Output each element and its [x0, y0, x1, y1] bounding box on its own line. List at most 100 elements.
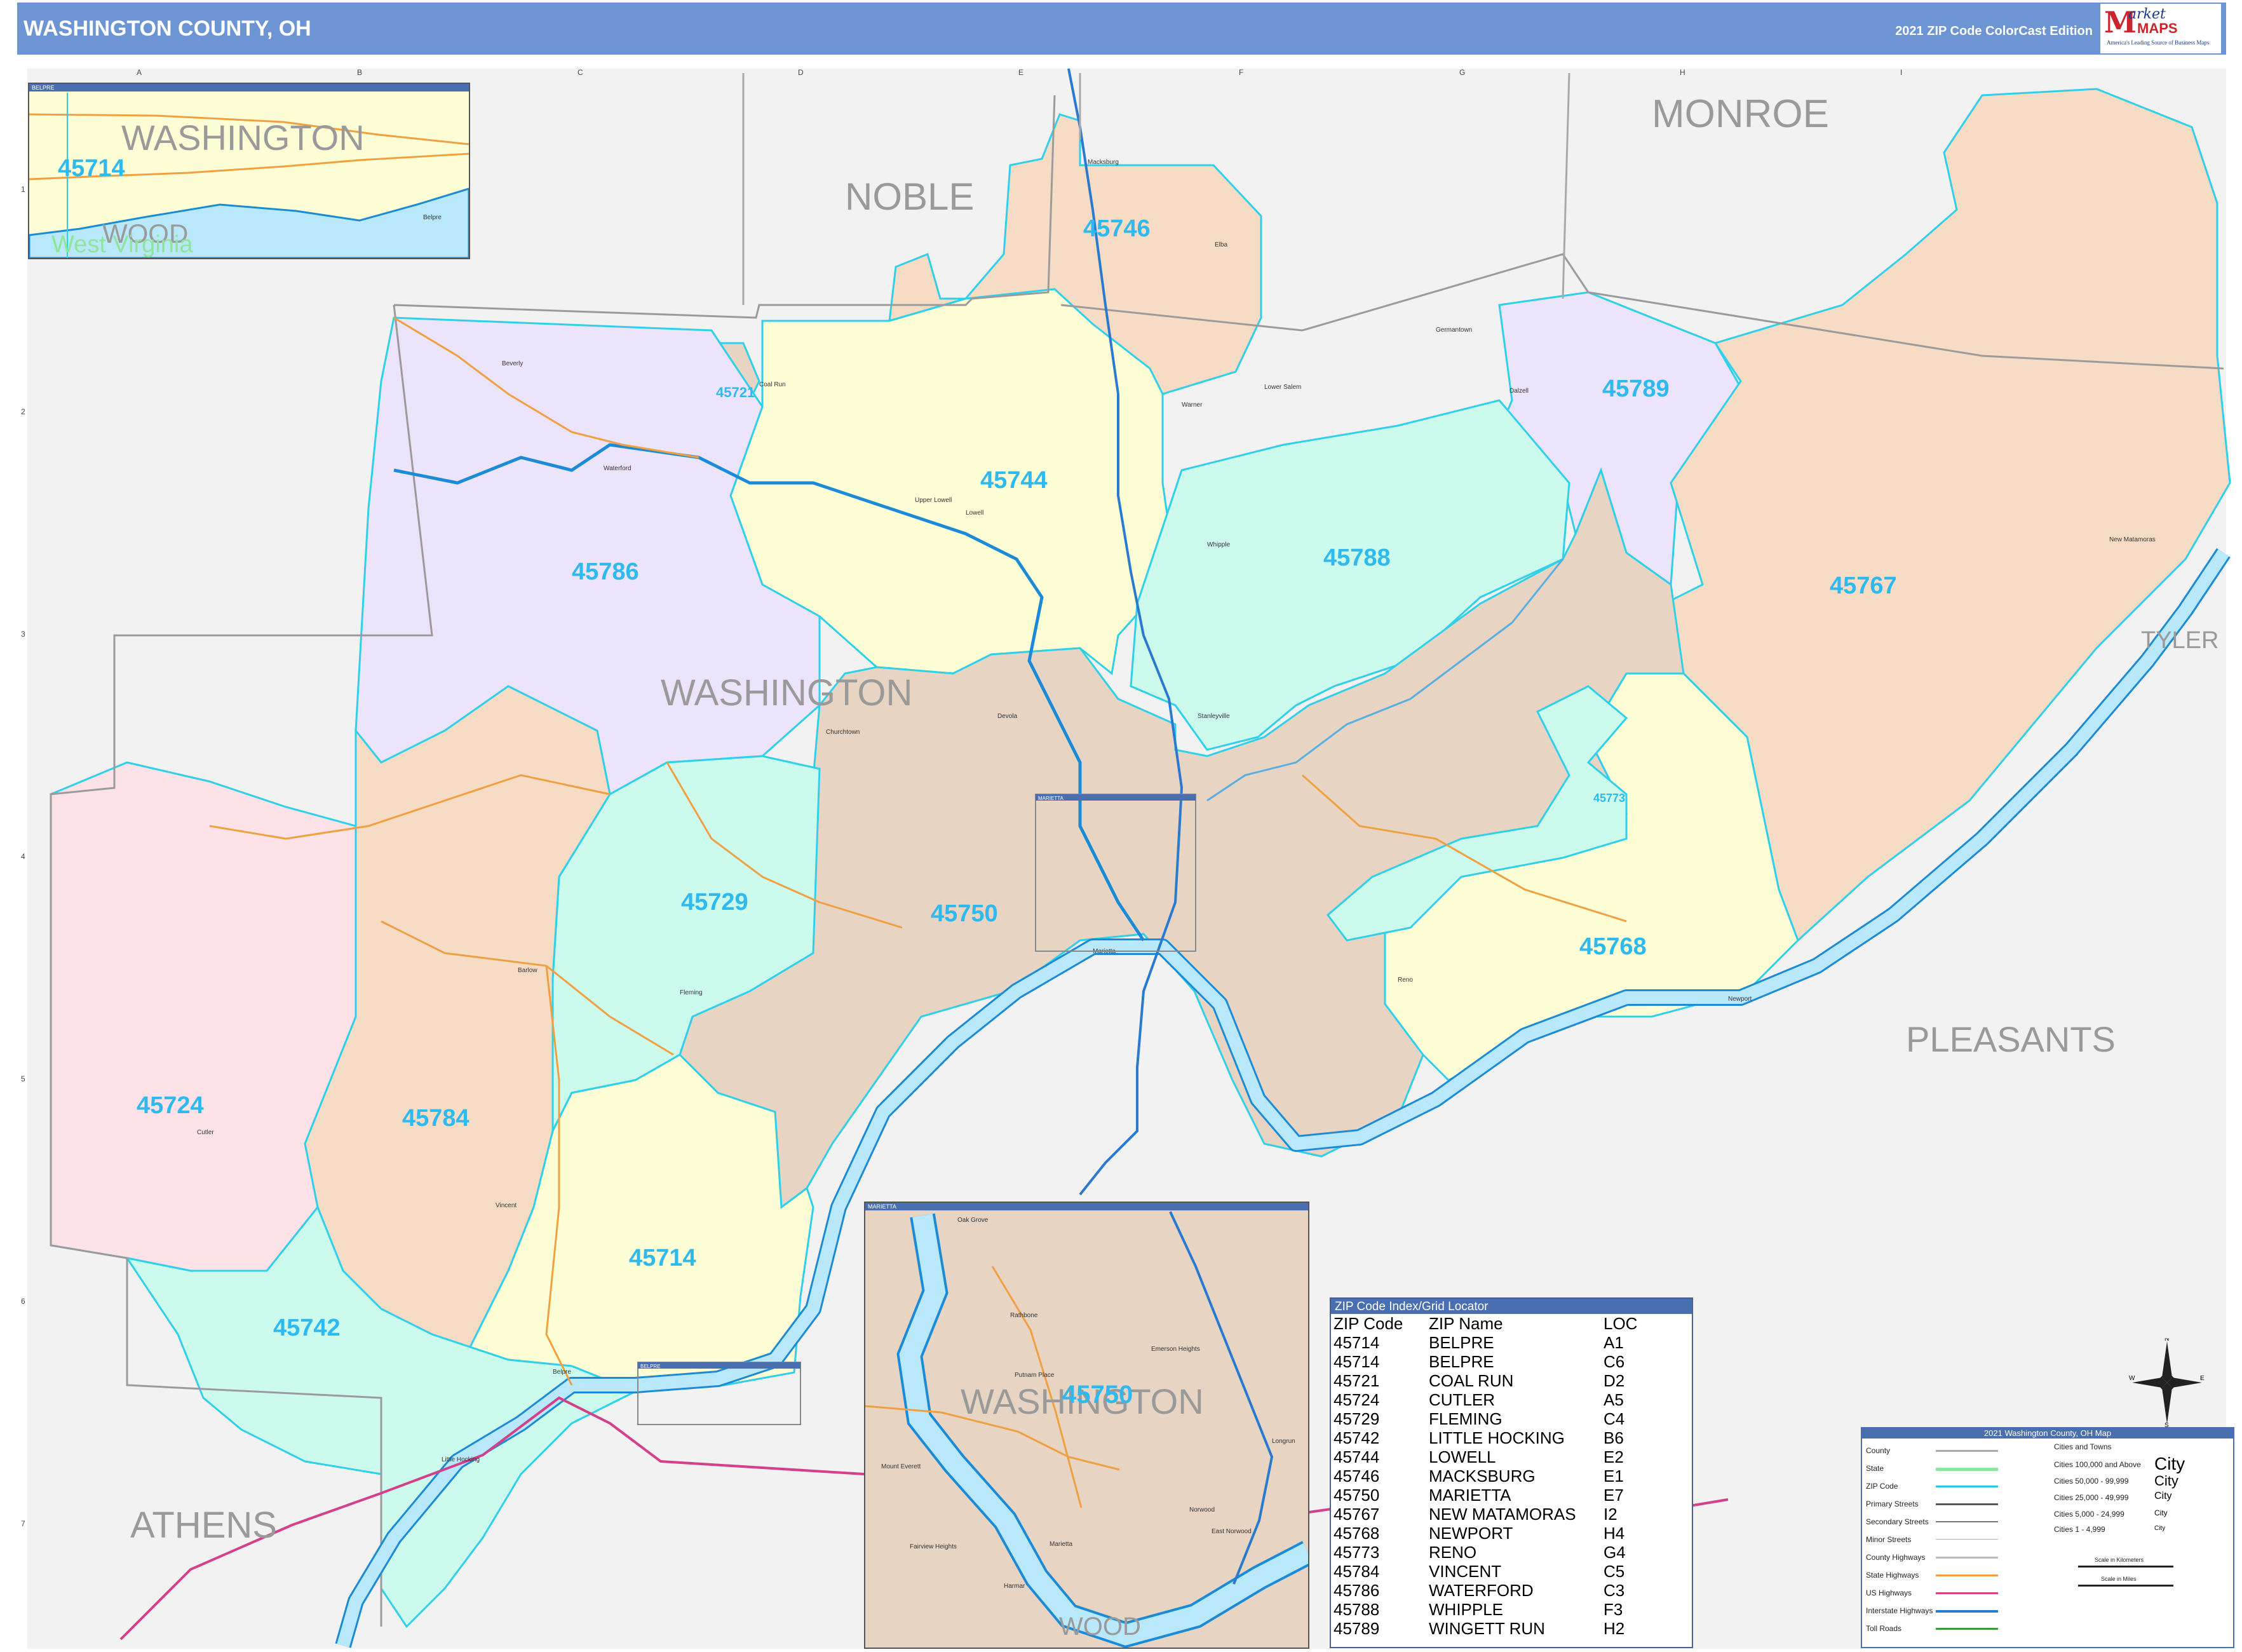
- zip-name-cell: WHIPPLE: [1429, 1600, 1504, 1619]
- table-row: 45746 MACKSBURG E1: [1334, 1466, 1680, 1486]
- place-cutler: Cutler: [197, 1129, 214, 1136]
- zip-code-cell: 45750: [1334, 1486, 1380, 1505]
- legend-secondary: Secondary Streets: [1866, 1517, 1929, 1526]
- place-churchtown: Churchtown: [826, 729, 860, 736]
- zip-code-cell: 45729: [1334, 1409, 1380, 1428]
- belpre-locator-title: BELPRE: [640, 1364, 661, 1369]
- marietta-place-putnam-place: Putnam Place: [1015, 1372, 1055, 1379]
- zip-label-45788: 45788: [1323, 545, 1391, 571]
- zip-loc-cell: E1: [1604, 1466, 1624, 1486]
- place-belpre: Belpre: [553, 1369, 571, 1376]
- zip-area-45724: [50, 761, 357, 1272]
- place-newport: Newport: [1728, 996, 1752, 1003]
- zip-code-cell: 45742: [1334, 1428, 1380, 1447]
- grid-col-c: C: [577, 68, 583, 77]
- grid-col-h: H: [1680, 68, 1685, 77]
- compass-s: S: [2164, 1422, 2169, 1427]
- marietta-place-longrun: Longrun: [1272, 1438, 1295, 1445]
- zip-label-45768: 45768: [1579, 933, 1647, 960]
- region-noble: NOBLE: [845, 175, 974, 218]
- zip-name-cell: BELPRE: [1429, 1333, 1494, 1352]
- marietta-place-norwood: Norwood: [1189, 1506, 1215, 1513]
- legend-state-swatch: [1936, 1468, 1998, 1471]
- place-lower-salem: Lower Salem: [1264, 384, 1301, 391]
- zip-name-cell: COAL RUN: [1429, 1371, 1514, 1390]
- legend-scale-mi: Scale in Miles: [2101, 1576, 2137, 1582]
- zip-loc-cell: H2: [1604, 1619, 1625, 1638]
- zip-label-45744: 45744: [980, 467, 1048, 494]
- place-warner: Warner: [1182, 402, 1203, 409]
- place-stanleyville: Stanleyville: [1198, 713, 1230, 720]
- table-row: 45724 CUTLER A5: [1334, 1390, 1680, 1409]
- zip-name-cell: LOWELL: [1429, 1447, 1496, 1466]
- legend-county: County: [1866, 1446, 1891, 1455]
- zip-loc-cell: A5: [1604, 1390, 1624, 1409]
- marietta-place-harmar: Harmar: [1004, 1583, 1025, 1590]
- table-row: 45789 WINGETT RUN H2: [1334, 1619, 1680, 1638]
- marietta-place-east-norwood: East Norwood: [1212, 1528, 1252, 1535]
- zip-index-header: LOC: [1604, 1314, 1638, 1333]
- grid-row-1: 1: [21, 185, 25, 194]
- grid-row-4: 4: [21, 852, 25, 861]
- zip-name-cell: LITTLE HOCKING: [1429, 1428, 1565, 1447]
- place-beverly: Beverly: [502, 360, 523, 367]
- grid-col-g: G: [1459, 68, 1465, 77]
- zip-loc-cell: C4: [1604, 1409, 1625, 1428]
- legend-zip-swatch: [1936, 1486, 1998, 1487]
- grid-row-2: 2: [21, 407, 25, 416]
- legend-city-class-3: Cities 25,000 - 49,999: [2054, 1493, 2129, 1502]
- zip-code-cell: 45767: [1334, 1505, 1380, 1524]
- zip-label-45729: 45729: [681, 889, 748, 916]
- belpre-inset-state: West Virginia: [51, 231, 193, 258]
- region-athens: ATHENS: [130, 1505, 277, 1546]
- legend-county-hwy-swatch: [1936, 1557, 1998, 1559]
- marietta-inset-map: [865, 1211, 1308, 1648]
- grid-col-i: I: [1900, 68, 1902, 77]
- grid-row-7: 7: [21, 1519, 25, 1528]
- legend-secondary-swatch: [1936, 1521, 1998, 1522]
- zip-name-cell: FLEMING: [1429, 1409, 1503, 1428]
- legend-city-sample-2: City: [2154, 1473, 2178, 1489]
- compass-w: W: [2129, 1375, 2135, 1382]
- place-coal-run: Coal Run: [759, 381, 786, 388]
- grid-col-f: F: [1239, 68, 1243, 77]
- compass-n: N: [2164, 1338, 2169, 1343]
- zip-loc-cell: A1: [1604, 1333, 1624, 1352]
- table-row: 45714 BELPRE C6: [1334, 1352, 1680, 1371]
- place-fleming: Fleming: [680, 989, 703, 996]
- zip-code-cell: 45714: [1334, 1333, 1380, 1352]
- grid-col-a: A: [137, 68, 142, 77]
- legend-scale-mi-bar: [2078, 1585, 2173, 1587]
- marietta-inset-region-wood: WOOD: [1059, 1613, 1141, 1641]
- legend-state-hwy-swatch: [1936, 1574, 1998, 1576]
- grid-col-b: B: [357, 68, 362, 77]
- zip-name-cell: CUTLER: [1429, 1390, 1496, 1409]
- place-whipple: Whipple: [1207, 541, 1231, 548]
- grid-row-5: 5: [21, 1074, 25, 1083]
- legend-state: State: [1866, 1464, 1884, 1473]
- legend-cities-header: Cities and Towns: [2054, 1442, 2112, 1451]
- zip-code-cell: 45724: [1334, 1390, 1380, 1409]
- belpre-inset-zip: 45714: [58, 155, 125, 182]
- region-tyler: TYLER: [2141, 627, 2218, 654]
- zip-code-cell: 45789: [1334, 1619, 1380, 1638]
- place-devola: Devola: [997, 713, 1018, 720]
- region-pleasants: PLEASANTS: [1906, 1019, 2116, 1059]
- zip-loc-cell: F3: [1604, 1600, 1623, 1619]
- table-row: 45721 COAL RUN D2: [1334, 1371, 1680, 1390]
- legend-scale-km: Scale in Kilometers: [2095, 1557, 2144, 1563]
- zip-index-table: ZIP Code Index/Grid Locator ZIP Code ZIP…: [1330, 1297, 1693, 1648]
- region-monroe: MONROE: [1652, 92, 1829, 136]
- table-row: 45750 MARIETTA E7: [1334, 1486, 1680, 1505]
- place-elba: Elba: [1215, 241, 1227, 248]
- zip-index-grid: ZIP Code ZIP Name LOC 45714 BELPRE A1 4571…: [1334, 1314, 1680, 1638]
- zip-label-45742: 45742: [273, 1315, 341, 1341]
- zip-name-cell: BELPRE: [1429, 1352, 1494, 1371]
- zip-label-45714: 45714: [629, 1245, 696, 1271]
- legend-interstate: Interstate Highways: [1866, 1606, 1933, 1615]
- zip-loc-cell: G4: [1604, 1543, 1626, 1562]
- legend-zip: ZIP Code: [1866, 1482, 1898, 1491]
- zip-label-45789: 45789: [1602, 376, 1670, 402]
- marietta-place-oak-grove: Oak Grove: [957, 1217, 989, 1224]
- zip-name-cell: MARIETTA: [1429, 1486, 1511, 1505]
